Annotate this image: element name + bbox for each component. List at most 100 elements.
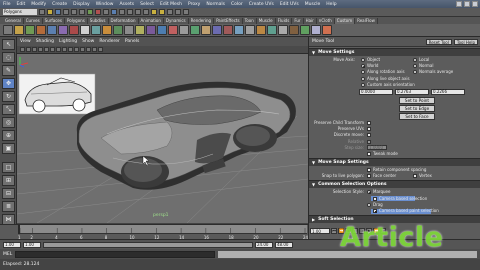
save-scene-icon[interactable] (55, 9, 61, 15)
select-component-icon[interactable] (79, 9, 85, 15)
playback-end-field[interactable]: 24.00 (255, 241, 273, 248)
shelf-tool-icon[interactable] (168, 25, 178, 35)
select-hierarchy-icon[interactable] (63, 9, 69, 15)
set-to-edge-button[interactable]: Set to Edge (399, 104, 435, 112)
vertex-checkbox[interactable] (413, 174, 417, 179)
axis-normals-average-radio[interactable] (413, 70, 417, 75)
retain-spacing-checkbox[interactable] (367, 168, 371, 173)
end-time-field[interactable]: 48.00 (275, 241, 293, 248)
shelf-tool-icon[interactable] (256, 25, 266, 35)
axis-local-radio[interactable] (413, 58, 417, 62)
shelf-tool-icon[interactable] (69, 25, 79, 35)
paint-select-tool-icon[interactable]: ✎ (2, 65, 15, 76)
playhead[interactable] (18, 225, 20, 234)
preserve-child-checkbox[interactable] (367, 120, 371, 125)
shadows-icon[interactable] (86, 47, 91, 52)
axis-custom-radio[interactable] (361, 82, 365, 87)
car-body-mesh[interactable] (76, 81, 296, 190)
channel-box-toggle-icon[interactable] (175, 9, 181, 15)
layout-single-icon[interactable]: □ (2, 162, 15, 173)
mask-icon[interactable] (87, 9, 93, 15)
shelf-tool-icon[interactable] (190, 25, 200, 35)
safe-action-icon[interactable] (56, 47, 61, 52)
menu-modify[interactable]: Modify (31, 2, 46, 7)
lights-icon[interactable] (80, 47, 85, 52)
menu-display[interactable]: Display (73, 2, 90, 7)
menu-proxy[interactable]: Proxy (188, 2, 200, 7)
menu-normals[interactable]: Normals (206, 2, 225, 7)
isolate-select-icon[interactable] (92, 47, 97, 52)
axis-normal-radio[interactable] (413, 64, 417, 69)
menu-edit-mesh[interactable]: Edit Mesh (160, 2, 182, 7)
axis-x-field[interactable]: 0.0000 (359, 88, 393, 95)
axis-world-radio[interactable] (361, 64, 365, 69)
shelf-tool-icon[interactable] (267, 25, 277, 35)
axis-object-radio[interactable] (361, 58, 365, 62)
shelf-tool-icon[interactable] (135, 25, 145, 35)
image-plane-icon[interactable] (32, 47, 37, 52)
shelf-tool-icon[interactable] (3, 25, 13, 35)
menu-color[interactable]: Color (231, 2, 243, 7)
shelf-tool-icon[interactable] (212, 25, 222, 35)
soft-mod-tool-icon[interactable]: ◎ (2, 117, 15, 128)
menu-edit-uvs[interactable]: Edit UVs (280, 2, 299, 7)
set-to-point-button[interactable]: Set to Point (399, 96, 435, 104)
shelf-tool-icon[interactable] (36, 25, 46, 35)
ipr-render-icon[interactable] (159, 9, 165, 15)
attribute-editor-toggle-icon[interactable] (183, 9, 189, 15)
menu-muscle[interactable]: Muscle (305, 2, 321, 7)
discrete-move-checkbox[interactable] (367, 133, 371, 138)
time-slider[interactable]: 1 2 4 6 8 10 12 14 16 18 20 22 24 (0, 224, 308, 240)
render-settings-icon[interactable] (167, 9, 173, 15)
maximize-icon[interactable] (464, 1, 470, 7)
viewport-menu-show[interactable]: Show (82, 39, 94, 44)
shelf-tool-icon[interactable] (102, 25, 112, 35)
film-gate-icon[interactable] (44, 47, 49, 52)
reset-tool-button[interactable]: Reset Tool (425, 38, 452, 45)
resolution-gate-icon[interactable] (50, 47, 55, 52)
shelf-tool-icon[interactable] (47, 25, 57, 35)
shelf-tool-icon[interactable] (201, 25, 211, 35)
shelf-tool-icon[interactable] (223, 25, 233, 35)
marquee-radio[interactable] (367, 190, 371, 195)
menu-select[interactable]: Select (140, 2, 154, 7)
common-selection-header[interactable]: ▼ Common Selection Options (309, 180, 480, 189)
menu-create[interactable]: Create (52, 2, 67, 7)
minimize-icon[interactable] (456, 1, 462, 7)
scale-tool-icon[interactable]: ⤡ (2, 104, 15, 115)
last-tool-icon[interactable]: ▣ (2, 143, 15, 154)
shelf-tool-icon[interactable] (113, 25, 123, 35)
camera-attributes-icon[interactable] (20, 47, 25, 52)
preserve-uvs-checkbox[interactable] (367, 127, 371, 132)
axis-y-field[interactable]: 0.2763 (395, 88, 429, 95)
open-scene-icon[interactable] (47, 9, 53, 15)
shelf-tool-icon[interactable] (91, 25, 101, 35)
shelf-tool-icon[interactable] (157, 25, 167, 35)
camera-paint-checkbox[interactable] (373, 209, 377, 213)
camera-based-checkbox[interactable] (373, 196, 377, 201)
shelf-tool-icon[interactable] (124, 25, 134, 35)
command-input[interactable] (15, 250, 216, 258)
playback-start-field[interactable]: 1.00 (23, 241, 41, 248)
time-ruler[interactable] (18, 225, 307, 234)
shelf-tool-icon[interactable] (234, 25, 244, 35)
shelf-tool-icon[interactable] (25, 25, 35, 35)
viewport-menu-shading[interactable]: Shading (36, 39, 54, 44)
render-icon[interactable] (151, 9, 157, 15)
menu-set-dropdown[interactable]: Polygons (3, 9, 37, 15)
mask-surfaces-icon[interactable] (103, 9, 109, 15)
layout-four-icon[interactable]: ⊞ (2, 175, 15, 186)
xray-icon[interactable] (98, 47, 103, 52)
wireframe-icon[interactable] (62, 47, 67, 52)
range-bar[interactable] (43, 241, 253, 248)
tweak-mode-checkbox[interactable] (367, 151, 371, 156)
select-object-icon[interactable] (71, 9, 77, 15)
shelf-tool-icon[interactable] (289, 25, 299, 35)
new-scene-icon[interactable] (39, 9, 45, 15)
snap-grid-icon[interactable] (119, 9, 125, 15)
shelf-tool-icon[interactable] (311, 25, 321, 35)
menu-assets[interactable]: Assets (119, 2, 134, 7)
mel-label[interactable]: MEL (3, 252, 12, 257)
show-manipulator-icon[interactable]: ⊕ (2, 130, 15, 141)
menu-help[interactable]: Help (326, 2, 336, 7)
